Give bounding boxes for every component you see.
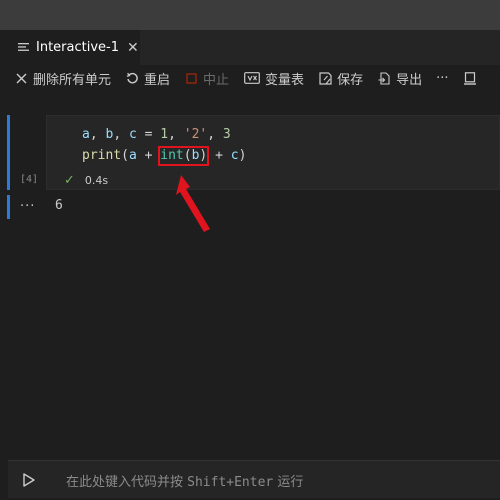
cell-output: 6: [55, 198, 63, 213]
cell-focus-indicator: [7, 115, 10, 190]
code-line-2: print(a + int(b) + c): [82, 146, 246, 166]
save-button[interactable]: 保存: [318, 69, 363, 88]
export-label: 导出: [396, 72, 423, 88]
restart-label: 重启: [144, 72, 171, 88]
execution-duration: 0.4s: [84, 173, 109, 187]
input-placeholder: 在此处键入代码并按 Shift+Enter 运行: [66, 475, 304, 490]
interrupt-label: 中止: [203, 72, 230, 88]
code-cell-editor[interactable]: a, b, c = 1, '2', 3 print(a + int(b) + c…: [46, 115, 500, 190]
highlight-box: int(b): [158, 146, 210, 166]
variables-label: 变量表: [265, 72, 305, 88]
restart-icon: [125, 71, 139, 85]
save-label: 保存: [337, 72, 364, 88]
variables-button[interactable]: 变量表: [243, 69, 304, 88]
clear-all-label: 删除所有单元: [33, 72, 112, 88]
interrupt-button[interactable]: 中止: [184, 69, 229, 88]
scrollbar[interactable]: [490, 91, 500, 456]
output-menu-icon[interactable]: ···: [20, 199, 35, 214]
output-focus-indicator: [7, 195, 10, 219]
restart-button[interactable]: 重启: [125, 69, 170, 88]
check-icon: ✓: [64, 172, 75, 188]
run-icon[interactable]: [22, 472, 36, 488]
interactive-input-box[interactable]: 在此处键入代码并按 Shift+Enter 运行: [8, 460, 500, 498]
close-icon[interactable]: ✕: [127, 41, 139, 55]
variable-icon: [243, 71, 260, 85]
tab-interactive-1[interactable]: Interactive-1 ✕: [0, 30, 140, 65]
stop-icon: [184, 71, 198, 85]
more-icon: ···: [436, 70, 449, 86]
execution-count: [4]: [20, 174, 39, 185]
more-actions-button[interactable]: ···: [436, 71, 448, 86]
toolbar: 删除所有单元 重启 中止 变量表 保存 导出 ···: [0, 65, 500, 91]
clear-all-button[interactable]: 删除所有单元: [14, 69, 111, 88]
execution-status: ✓ 0.4s: [64, 172, 108, 188]
tab-strip: Interactive-1 ✕: [0, 30, 500, 65]
window-titlebar: [0, 0, 500, 30]
annotation-arrow-icon: [176, 175, 210, 232]
tab-title: Interactive-1: [36, 40, 119, 55]
close-icon: [14, 71, 28, 85]
list-icon: [18, 42, 30, 54]
export-icon: [377, 71, 391, 85]
panel-icon: [463, 71, 477, 85]
save-icon: [318, 71, 332, 85]
code-line-1: a, b, c = 1, '2', 3: [82, 127, 231, 142]
panel-button[interactable]: [463, 71, 482, 85]
export-button[interactable]: 导出: [377, 69, 422, 88]
